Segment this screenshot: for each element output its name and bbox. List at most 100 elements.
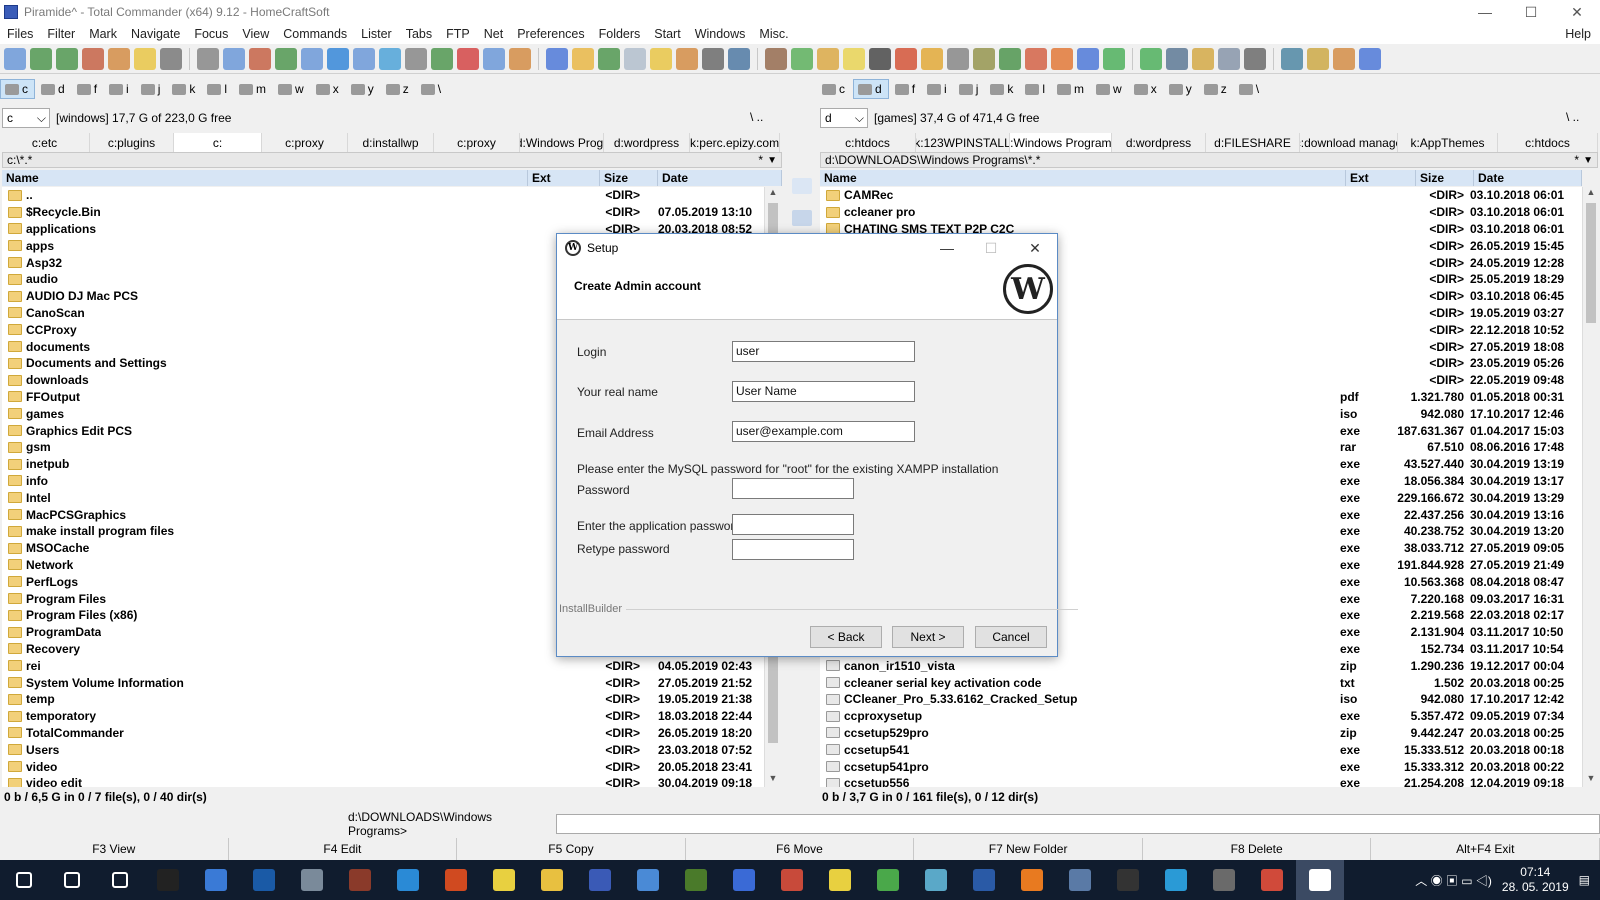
- toolbar-button-icon[interactable]: [1166, 47, 1188, 70]
- menu-focus[interactable]: Focus: [187, 27, 235, 41]
- drive-button-i[interactable]: i: [105, 79, 135, 99]
- taskbar-wordpress-icon[interactable]: [1296, 860, 1344, 900]
- file-row[interactable]: CAMRec <DIR> 03.10.2018 06:01: [820, 187, 1582, 204]
- tab[interactable]: d:Windows Programs: [1010, 133, 1112, 152]
- file-row[interactable]: ccleaner serial key activation code txt 1.…: [820, 674, 1582, 691]
- toolbar-button-icon[interactable]: [56, 47, 78, 70]
- left-current-path[interactable]: c:\*.* * ▼: [2, 152, 782, 168]
- dialog-close-button[interactable]: ✕: [1013, 234, 1057, 262]
- tab[interactable]: c:htdocs: [1498, 133, 1598, 152]
- taskbar-app-icon[interactable]: [432, 860, 480, 900]
- toolbar-button-icon[interactable]: [1192, 47, 1214, 70]
- toolbar-button-icon[interactable]: [650, 47, 672, 70]
- tab[interactable]: d:Windows Progr: [520, 133, 604, 152]
- menu-help[interactable]: Help: [1558, 27, 1598, 41]
- file-row[interactable]: video edit <DIR> 30.04.2019 09:18: [2, 775, 764, 787]
- file-row[interactable]: rei <DIR> 04.05.2019 02:43: [2, 657, 764, 674]
- drive-button-i[interactable]: i: [923, 79, 953, 99]
- taskbar-app-icon[interactable]: [864, 860, 912, 900]
- drive-button-w[interactable]: w: [1092, 79, 1128, 99]
- col-name[interactable]: Name: [2, 170, 528, 186]
- toolbar-button-icon[interactable]: [843, 47, 865, 70]
- menu-filter[interactable]: Filter: [40, 27, 82, 41]
- toolbar-button-icon[interactable]: [791, 47, 813, 70]
- fkey-button[interactable]: F6 Move: [686, 838, 915, 860]
- col-ext[interactable]: Ext: [1346, 170, 1416, 186]
- fkey-button[interactable]: F8 Delete: [1143, 838, 1372, 860]
- col-size[interactable]: Size: [1416, 170, 1474, 186]
- toolbar-button-icon[interactable]: [1051, 47, 1073, 70]
- drive-button-root[interactable]: \: [417, 79, 447, 99]
- taskbar-app-icon[interactable]: [1056, 860, 1104, 900]
- toolbar-button-icon[interactable]: [134, 47, 156, 70]
- menu-navigate[interactable]: Navigate: [124, 27, 187, 41]
- tray-icons[interactable]: ︿ ◉ ▣ ▭ ◁): [1415, 872, 1492, 889]
- command-input[interactable]: [555, 814, 1600, 834]
- fkey-button[interactable]: F7 New Folder: [914, 838, 1143, 860]
- file-row[interactable]: System Volume Information <DIR> 27.05.2019…: [2, 674, 764, 691]
- back-button[interactable]: < Back: [810, 626, 882, 648]
- tab[interactable]: c:download manage: [1300, 133, 1398, 152]
- menu-net[interactable]: Net: [477, 27, 510, 41]
- toolbar-button-icon[interactable]: [327, 47, 349, 70]
- toolbar-button-icon[interactable]: [817, 47, 839, 70]
- toolbar-button-icon[interactable]: [546, 47, 568, 70]
- toolbar-button-icon[interactable]: [249, 47, 271, 70]
- toolbar-button-icon[interactable]: [405, 47, 427, 70]
- scroll-thumb[interactable]: [1586, 203, 1596, 323]
- taskbar-chrome-icon[interactable]: [1248, 860, 1296, 900]
- menu-ftp[interactable]: FTP: [439, 27, 477, 41]
- taskbar-terminal-icon[interactable]: [144, 860, 192, 900]
- tab[interactable]: d:wordpress: [1112, 133, 1206, 152]
- email-field[interactable]: user@example.com: [732, 421, 915, 442]
- col-date[interactable]: Date: [1474, 170, 1582, 186]
- filter-star[interactable]: *: [758, 153, 763, 167]
- maximize-button[interactable]: ☐: [1508, 0, 1554, 24]
- retype-password-field[interactable]: [732, 539, 854, 560]
- left-drive-select[interactable]: c ⌵: [2, 108, 50, 128]
- right-scrollbar[interactable]: ▲ ▼: [1582, 187, 1599, 787]
- col-size[interactable]: Size: [600, 170, 658, 186]
- tab[interactable]: c:proxy: [434, 133, 520, 152]
- file-row[interactable]: TotalCommander <DIR> 26.05.2019 18:20: [2, 725, 764, 742]
- toolbar-button-icon[interactable]: [30, 47, 52, 70]
- tab[interactable]: c:: [174, 133, 262, 152]
- scroll-down-icon[interactable]: ▼: [1583, 773, 1599, 787]
- toolbar-button-icon[interactable]: [624, 47, 646, 70]
- toolbar-button-icon[interactable]: [1359, 47, 1381, 70]
- toolbar-button-icon[interactable]: [1281, 47, 1303, 70]
- toolbar-button-icon[interactable]: [1140, 47, 1162, 70]
- right-path-tail[interactable]: \ ..: [1566, 110, 1579, 124]
- toolbar-button-icon[interactable]: [1307, 47, 1329, 70]
- file-row[interactable]: CCleaner_Pro_5.33.6162_Cracked_Setup iso 9…: [820, 691, 1582, 708]
- fkey-button[interactable]: F3 View: [0, 838, 229, 860]
- menu-files[interactable]: Files: [0, 27, 40, 41]
- menu-commands[interactable]: Commands: [276, 27, 354, 41]
- filter-star[interactable]: *: [1574, 153, 1579, 167]
- toolbar-button-icon[interactable]: [1333, 47, 1355, 70]
- tab[interactable]: c:etc: [0, 133, 90, 152]
- drive-button-d[interactable]: d: [37, 79, 71, 99]
- notification-icon[interactable]: ▤: [1579, 873, 1590, 887]
- drive-button-k[interactable]: k: [168, 79, 201, 99]
- toolbar-button-icon[interactable]: [509, 47, 531, 70]
- tab[interactable]: k:AppThemes: [1398, 133, 1498, 152]
- file-row[interactable]: Users <DIR> 23.03.2018 07:52: [2, 741, 764, 758]
- file-row[interactable]: video <DIR> 20.05.2018 23:41: [2, 758, 764, 775]
- drive-button-y[interactable]: y: [347, 79, 380, 99]
- taskbar-app-icon[interactable]: [192, 860, 240, 900]
- drive-button-x[interactable]: x: [312, 79, 345, 99]
- toolbar-button-icon[interactable]: [197, 47, 219, 70]
- toolbar-button-icon[interactable]: [223, 47, 245, 70]
- drive-button-k[interactable]: k: [986, 79, 1019, 99]
- menu-lister[interactable]: Lister: [354, 27, 399, 41]
- taskbar-app-icon[interactable]: [1104, 860, 1152, 900]
- cancel-button[interactable]: Cancel: [975, 626, 1047, 648]
- taskbar-app-icon[interactable]: [1200, 860, 1248, 900]
- toolbar-button-icon[interactable]: [1244, 47, 1266, 70]
- mysql-password-field[interactable]: [732, 478, 854, 499]
- drive-button-c[interactable]: c: [0, 79, 35, 99]
- toolbar-button-icon[interactable]: [431, 47, 453, 70]
- drive-button-root[interactable]: \: [1235, 79, 1265, 99]
- left-path-tail[interactable]: \ ..: [750, 110, 763, 124]
